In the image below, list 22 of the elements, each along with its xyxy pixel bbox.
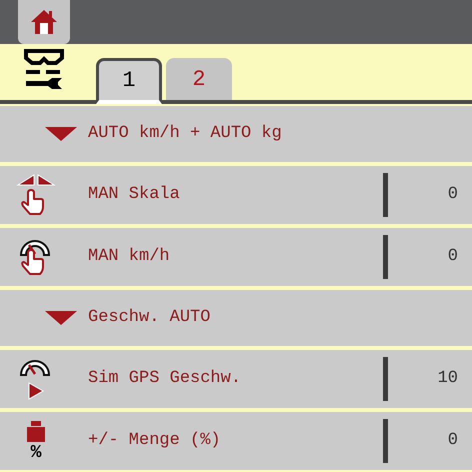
home-button[interactable] (18, 0, 70, 44)
setting-row[interactable]: MAN Skala 0 (0, 166, 472, 224)
setting-row[interactable]: Sim GPS Geschw. 10 (0, 350, 472, 408)
setting-row[interactable]: MAN km/h 0 (0, 228, 472, 286)
setting-label: Sim GPS Geschw. (88, 368, 242, 390)
home-icon (29, 8, 59, 36)
setting-row[interactable]: % +/- Menge (%) 0 (0, 412, 472, 470)
caret-down-icon (44, 126, 78, 142)
tab[interactable]: 2 (166, 58, 232, 100)
setting-value: 0 (446, 184, 459, 206)
section-label: AUTO km/h + AUTO kg (88, 123, 282, 146)
setting-value: 0 (446, 246, 459, 268)
caret-down-icon (44, 310, 78, 326)
section-header[interactable]: AUTO km/h + AUTO kg (0, 106, 472, 162)
setting-label: MAN km/h (88, 246, 171, 268)
setting-label: +/- Menge (%) (88, 430, 222, 452)
setting-label: MAN Skala (88, 184, 181, 206)
section-header[interactable]: Geschw. AUTO (0, 290, 472, 346)
tab[interactable]: 1 (96, 58, 162, 104)
setting-value: 10 (436, 368, 459, 390)
section-label: Geschw. AUTO (88, 307, 210, 330)
setting-value: 0 (446, 430, 459, 452)
